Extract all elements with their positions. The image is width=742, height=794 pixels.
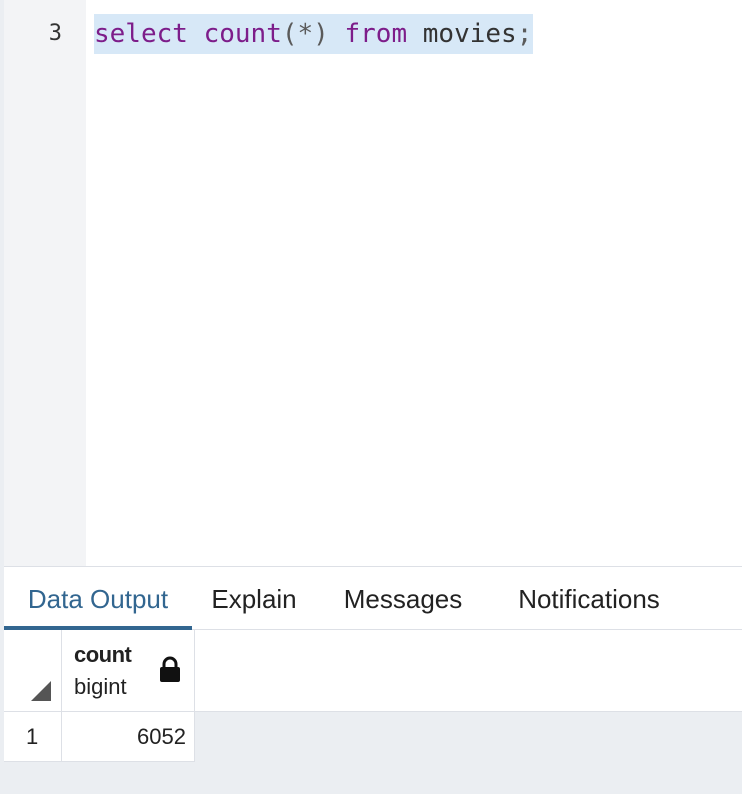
column-type: bigint [74,674,127,699]
sql-editor[interactable]: 3 select count(*) from movies; [4,0,742,566]
query-tool: 3 select count(*) from movies; Data Outp… [0,0,742,794]
function-count: count [203,19,282,49]
keyword-select: select [94,19,188,49]
result-tab-bar: Data Output Explain Messages Notificatio… [4,566,742,630]
cell-count[interactable]: 6052 [62,712,195,761]
column-name: count [74,642,132,667]
data-output-grid: count bigint 1 6052 [4,630,742,794]
corner-triangle-icon [31,681,51,701]
table-row[interactable]: 1 6052 [4,712,195,762]
tab-messages[interactable]: Messages [328,567,478,630]
lock-icon [160,656,180,682]
tab-data-output[interactable]: Data Output [4,567,192,630]
tab-explain[interactable]: Explain [198,567,310,630]
punct-semicolon: ; [516,19,533,49]
line-number: 3 [48,21,62,46]
column-header-count[interactable]: count bigint [62,630,195,711]
grid-header-row: count bigint [4,630,742,712]
select-all-corner[interactable] [4,630,62,711]
code-area[interactable]: select count(*) from movies; [86,0,742,566]
keyword-from: from [344,19,408,49]
result-panel: Data Output Explain Messages Notificatio… [4,566,742,794]
identifier-table: movies [422,19,517,49]
row-number[interactable]: 1 [4,712,62,761]
code-line-selected[interactable]: select count(*) from movies; [94,14,534,54]
punct-parens: (*) [281,19,329,49]
line-gutter: 3 [4,0,86,566]
tab-notifications[interactable]: Notifications [496,567,682,630]
